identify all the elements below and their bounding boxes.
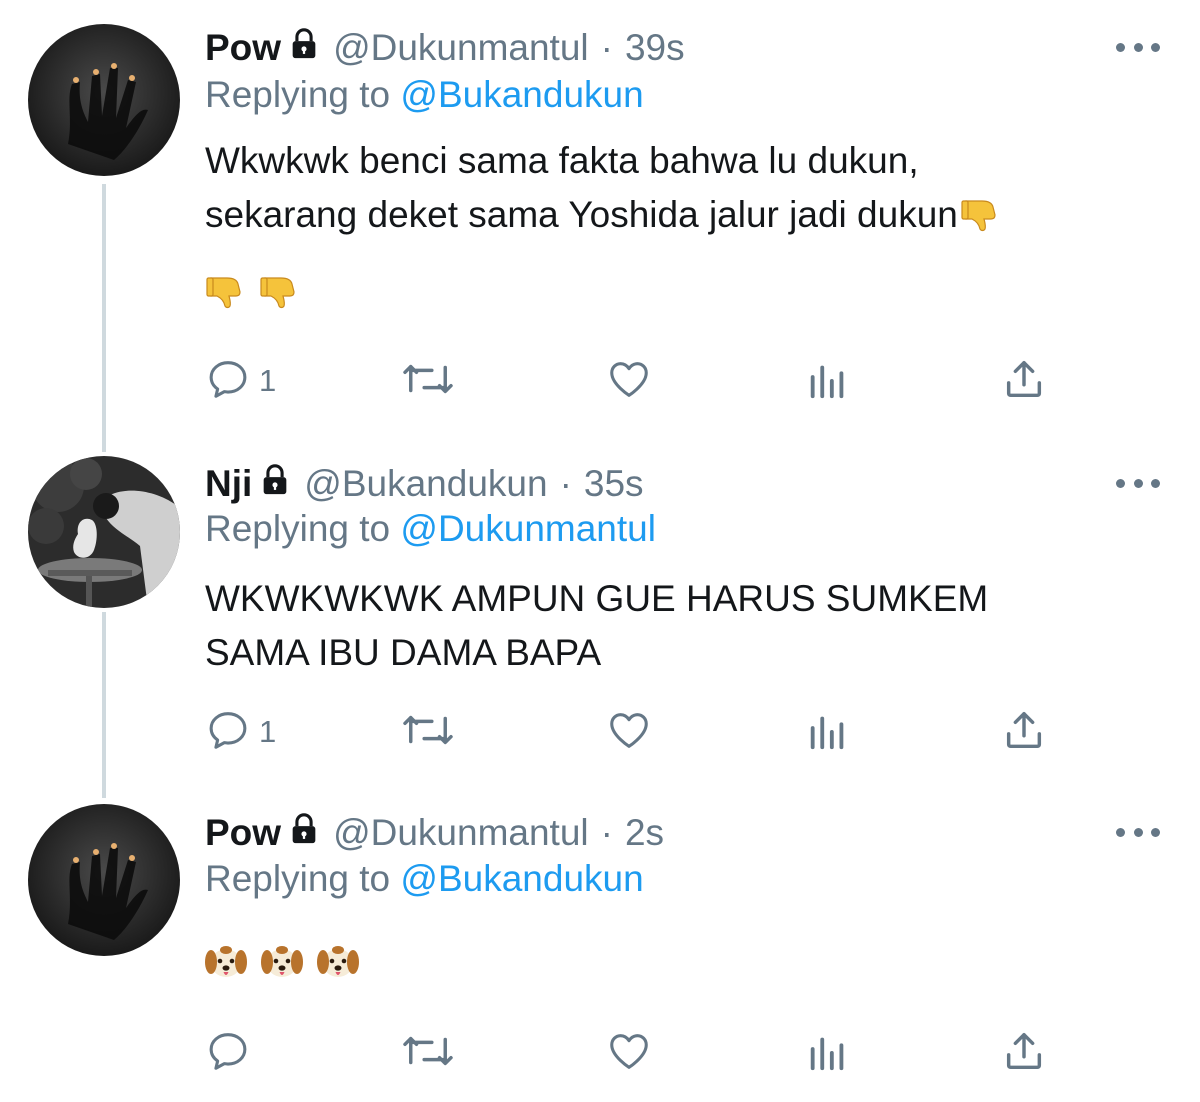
retweet-button[interactable] [401,707,455,757]
share-icon [1001,1028,1047,1079]
tweet[interactable]: Pow @Dukunmantul · 2s Replying to @Bukan… [0,790,1200,1102]
share-button[interactable] [1001,707,1047,757]
retweet-button[interactable] [401,1028,455,1078]
tweet-text-line: WKWKWKWK AMPUN GUE HARUS SUMKEM [205,578,989,619]
dog-face-icon [317,942,359,987]
share-button[interactable] [1001,1028,1047,1078]
avatar[interactable] [28,804,180,956]
reply-icon [205,707,251,758]
analytics-icon [805,356,851,407]
retweet-icon [401,356,455,407]
reply-button[interactable]: 1 [205,356,276,406]
tweet[interactable]: Pow @Dukunmantul · 39s Replying to @Buka… [0,0,1200,430]
tweet-text-line-with-emoji: sekarang deket sama Yoshida jalur jadi d… [205,188,1145,248]
analytics-button[interactable] [805,356,851,406]
like-button[interactable] [605,707,653,757]
analytics-icon [805,1028,851,1079]
thumbs-down-icon [960,193,1000,248]
dog-face-icon [261,942,303,987]
replying-to-label: Replying to [205,508,391,549]
tweet-header: Pow @Dukunmantul · 2s [205,810,664,856]
timestamp[interactable]: 2s [625,812,664,854]
replying-to: Replying to @Dukunmantul [205,508,656,550]
tweet-text-line: Wkwkwk benci sama fakta bahwa lu dukun, [205,140,919,181]
retweet-button[interactable] [401,356,455,406]
replying-to: Replying to @Bukandukun [205,858,644,900]
tweet-text-line: SAMA IBU DAMA BAPA [205,632,602,673]
replying-to-mention[interactable]: @Dukunmantul [400,508,656,549]
more-icon[interactable] [1116,824,1160,840]
separator-dot: · [600,27,613,68]
reply-button[interactable] [205,1028,259,1078]
separator-dot: · [559,463,572,504]
reply-count: 1 [259,714,277,749]
display-name[interactable]: Pow [205,812,281,854]
lock-icon [258,463,292,506]
tweet-text: WKWKWKWK AMPUN GUE HARUS SUMKEM SAMA IBU… [205,572,1145,680]
emoji-row [205,270,299,315]
avatar-image [28,804,180,956]
timestamp[interactable]: 35s [584,463,644,505]
lock-icon [287,812,321,855]
share-icon [1001,356,1047,407]
replying-to-label: Replying to [205,74,391,115]
avatar-image [28,456,180,608]
reply-count: 1 [259,363,277,398]
replying-to: Replying to @Bukandukun [205,74,644,116]
thumbs-down-icon [205,270,245,315]
more-icon[interactable] [1116,475,1160,491]
more-icon[interactable] [1116,39,1160,55]
replying-to-label: Replying to [205,858,391,899]
lock-icon [287,27,321,70]
display-name[interactable]: Pow [205,27,281,69]
like-button[interactable] [605,356,653,406]
replying-to-mention[interactable]: @Bukandukun [400,74,643,115]
heart-icon [605,356,653,407]
avatar-image [28,24,180,176]
dog-face-icon [205,942,247,987]
heart-icon [605,707,653,758]
display-name[interactable]: Nji [205,463,252,505]
user-handle[interactable]: @Dukunmantul [333,812,589,854]
like-button[interactable] [605,1028,653,1078]
tweet[interactable]: Nji @Bukandukun · 35s Replying to @Dukun… [0,430,1200,790]
tweet-actions [205,1028,1055,1078]
avatar[interactable] [28,456,180,608]
tweet-header: Nji @Bukandukun · 35s [205,461,644,507]
share-button[interactable] [1001,356,1047,406]
replying-to-mention[interactable]: @Bukandukun [400,858,643,899]
tweet-text: Wkwkwk benci sama fakta bahwa lu dukun, … [205,134,1145,248]
retweet-icon [401,1028,455,1079]
share-icon [1001,707,1047,758]
analytics-icon [805,707,851,758]
heart-icon [605,1028,653,1079]
reply-icon [205,1028,251,1079]
user-handle[interactable]: @Bukandukun [304,463,547,505]
tweet-actions: 1 [205,356,1055,406]
retweet-icon [401,707,455,758]
analytics-button[interactable] [805,1028,851,1078]
analytics-button[interactable] [805,707,851,757]
reply-icon [205,356,251,407]
thumbs-down-icon [259,270,299,315]
avatar[interactable] [28,24,180,176]
tweet-text-line: sekarang deket sama Yoshida jalur jadi d… [205,194,958,235]
separator-dot: · [600,812,613,853]
timestamp[interactable]: 39s [625,27,685,69]
user-handle[interactable]: @Dukunmantul [333,27,589,69]
tweet-actions: 1 [205,707,1055,757]
reply-button[interactable]: 1 [205,707,276,757]
emoji-row [205,942,359,987]
tweet-header: Pow @Dukunmantul · 39s [205,25,685,71]
